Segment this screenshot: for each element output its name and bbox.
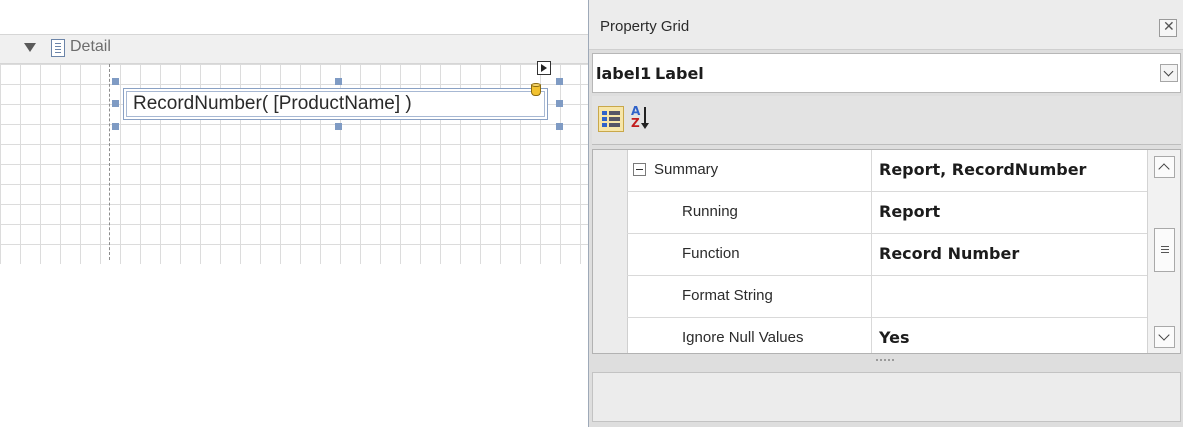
categorized-view-button[interactable]: [598, 106, 624, 132]
smart-tag-arrow-icon[interactable]: [537, 61, 551, 75]
band-title: Detail: [70, 38, 111, 55]
resize-handle-top[interactable]: [335, 78, 342, 85]
property-row-format-string[interactable]: Format String: [627, 276, 1147, 318]
property-value: Report: [879, 202, 941, 221]
description-splitter[interactable]: [592, 356, 1181, 364]
property-name: Running: [682, 203, 738, 220]
property-row-running[interactable]: Running Report: [627, 192, 1147, 234]
resize-handle-bottom-right[interactable]: [556, 123, 563, 130]
property-row-ignore-null-values[interactable]: Ignore Null Values Yes: [627, 318, 1147, 353]
property-value: Yes: [879, 328, 910, 347]
property-description-panel: [592, 372, 1181, 422]
scroll-up-button[interactable]: [1154, 156, 1175, 178]
property-name: Summary: [654, 161, 719, 178]
property-name: Format String: [682, 287, 773, 304]
panel-title-bar[interactable]: Property Grid ✕: [589, 0, 1183, 50]
minus-box-icon[interactable]: [633, 163, 646, 176]
label-control[interactable]: RecordNumber( [ProductName] ): [123, 88, 548, 120]
detail-band-header[interactable]: Detail: [0, 34, 590, 64]
close-icon: ✕: [1163, 19, 1175, 35]
scrollbar-thumb[interactable]: [1154, 228, 1175, 272]
resize-handle-left[interactable]: [112, 100, 119, 107]
resize-handle-top-left[interactable]: [112, 78, 119, 85]
label-expression-text: RecordNumber( [ProductName] ): [133, 93, 412, 114]
panel-title: Property Grid: [600, 18, 690, 35]
property-list: Summary Report, RecordNumber Running Rep…: [592, 149, 1181, 354]
property-row-summary[interactable]: Summary Report, RecordNumber: [627, 150, 1147, 192]
property-grid-toolbar: AZ: [592, 96, 1181, 145]
close-button[interactable]: ✕: [1159, 19, 1177, 37]
property-name: Function: [682, 245, 740, 262]
property-value: Report, RecordNumber: [879, 160, 1087, 179]
resize-handle-bottom-left[interactable]: [112, 123, 119, 130]
property-name: Ignore Null Values: [682, 329, 804, 346]
report-designer-surface: Detail RecordNumber( [ProductName] ): [0, 28, 590, 268]
triangle-down-icon[interactable]: [24, 43, 36, 52]
vertical-scrollbar[interactable]: [1147, 150, 1180, 353]
chevron-down-icon[interactable]: [1160, 64, 1178, 82]
selected-object-name: label1: [596, 64, 652, 83]
resize-handle-right[interactable]: [556, 100, 563, 107]
resize-handle-top-right[interactable]: [556, 78, 563, 85]
property-grid-panel: Property Grid ✕ label1 Label AZ Summary: [588, 0, 1183, 427]
object-selector-dropdown[interactable]: label1 Label: [592, 53, 1181, 93]
property-row-function[interactable]: Function Record Number: [627, 234, 1147, 276]
database-icon: [531, 83, 541, 97]
detail-band-icon: [51, 39, 65, 57]
resize-handle-bottom[interactable]: [335, 123, 342, 130]
sort-alphabetical-button[interactable]: AZ: [629, 104, 655, 134]
left-margin-line: [109, 64, 110, 260]
scroll-down-button[interactable]: [1154, 326, 1175, 348]
property-value: Record Number: [879, 244, 1020, 263]
selected-object-type: Label: [655, 64, 704, 83]
